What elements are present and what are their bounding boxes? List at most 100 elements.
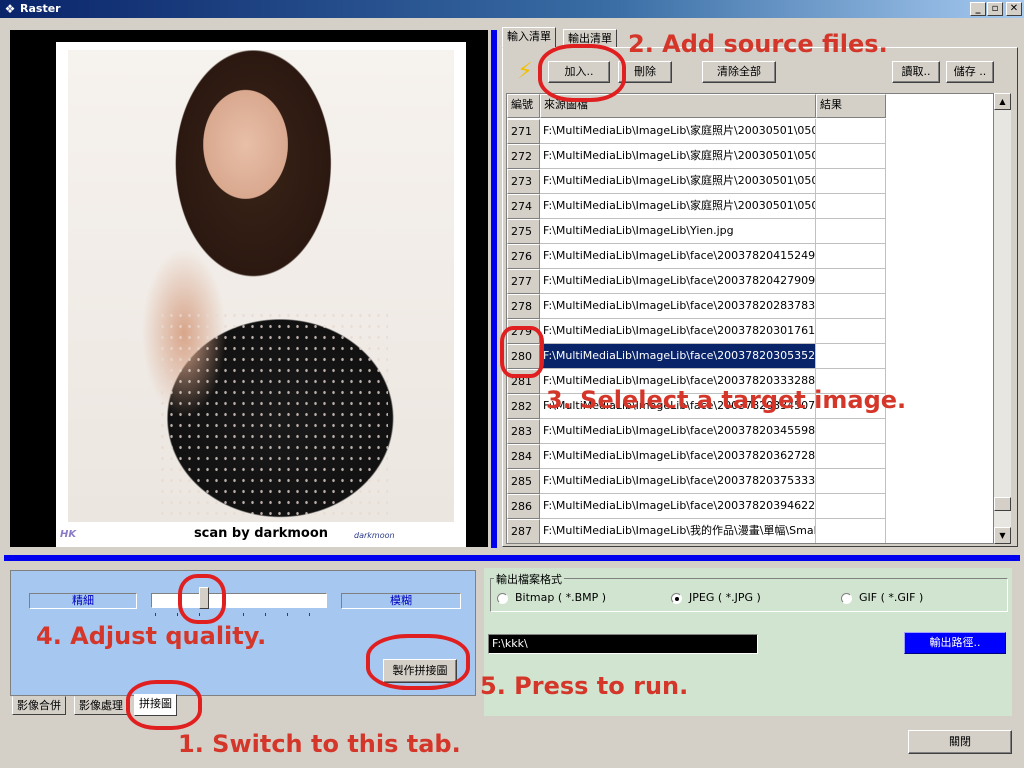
row-id-cell[interactable]: 275 [507,219,540,244]
delete-button[interactable]: 刪除 [618,61,672,83]
table-row[interactable]: 278 F:\MultiMediaLib\ImageLib\face\200378… [507,294,993,319]
row-source-cell[interactable]: F:\MultiMediaLib\ImageLib\face\200378203… [540,494,816,519]
annotation-step3: 3. Selelect a target image. [546,386,907,414]
row-source-cell[interactable]: F:\MultiMediaLib\ImageLib\face\200378203… [540,344,816,369]
row-id-cell[interactable]: 273 [507,169,540,194]
lightning-icon[interactable]: ⚡ [512,58,538,86]
scroll-up-button[interactable]: ▲ [994,93,1011,110]
radio-jpeg-label[interactable]: JPEG ( *.JPG ) [689,591,761,604]
restore-button[interactable]: ▫ [987,2,1003,16]
table-row[interactable]: 279 F:\MultiMediaLib\ImageLib\face\200378… [507,319,993,344]
table-row[interactable]: 283 F:\MultiMediaLib\ImageLib\face\200378… [507,419,993,444]
row-source-cell[interactable]: F:\MultiMediaLib\ImageLib\家庭照片\20030501\… [540,194,816,219]
row-id-cell[interactable]: 278 [507,294,540,319]
table-row[interactable]: 277 F:\MultiMediaLib\ImageLib\face\200378… [507,269,993,294]
vertical-splitter[interactable] [491,30,497,548]
row-result-cell[interactable] [816,319,886,344]
minimize-button[interactable]: _ [970,2,986,16]
annotation-step1: 1. Switch to this tab. [178,730,461,758]
table-row[interactable]: 275 F:\MultiMediaLib\ImageLib\Yien.jpg [507,219,993,244]
row-result-cell[interactable] [816,469,886,494]
tab-image-process[interactable]: 影像處理 [74,696,128,715]
load-button[interactable]: 讀取.. [892,61,940,83]
table-row[interactable]: 285 F:\MultiMediaLib\ImageLib\face\200378… [507,469,993,494]
output-path-button[interactable]: 輸出路徑.. [904,632,1006,654]
row-source-cell[interactable]: F:\MultiMediaLib\ImageLib\face\200378204… [540,244,816,269]
close-window-button[interactable]: ✕ [1006,2,1022,16]
row-id-cell[interactable]: 272 [507,144,540,169]
clear-all-button[interactable]: 清除全部 [702,61,776,83]
row-result-cell[interactable] [816,519,886,543]
row-result-cell[interactable] [816,444,886,469]
row-source-cell[interactable]: F:\MultiMediaLib\ImageLib\家庭照片\20030501\… [540,169,816,194]
row-result-cell[interactable] [816,169,886,194]
save-button[interactable]: 儲存 .. [946,61,994,83]
row-source-cell[interactable]: F:\MultiMediaLib\ImageLib\face\200378203… [540,469,816,494]
app-icon: ❖ [4,2,16,16]
row-source-cell[interactable]: F:\MultiMediaLib\ImageLib\家庭照片\20030501\… [540,144,816,169]
image-preview-panel: HK scan by darkmoon darkmoon [10,30,488,547]
radio-gif-label[interactable]: GIF ( *.GIF ) [859,591,923,604]
row-source-cell[interactable]: F:\MultiMediaLib\ImageLib\face\200378202… [540,294,816,319]
row-id-cell[interactable]: 276 [507,244,540,269]
tab-input-list[interactable]: 輸入清單 [502,27,556,48]
row-result-cell[interactable] [816,269,886,294]
row-result-cell[interactable] [816,494,886,519]
annotation-step4: 4. Adjust quality. [36,622,267,650]
row-result-cell[interactable] [816,219,886,244]
table-row[interactable]: 280 F:\MultiMediaLib\ImageLib\face\200378… [507,344,993,369]
table-row[interactable]: 284 F:\MultiMediaLib\ImageLib\face\200378… [507,444,993,469]
table-row[interactable]: 272 F:\MultiMediaLib\ImageLib\家庭照片\200305… [507,144,993,169]
radio-gif[interactable] [841,593,852,604]
table-row[interactable]: 273 F:\MultiMediaLib\ImageLib\家庭照片\200305… [507,169,993,194]
table-row[interactable]: 287 F:\MultiMediaLib\ImageLib\我的作品\漫畫\單幅\… [507,519,993,543]
row-result-cell[interactable] [816,244,886,269]
row-id-cell[interactable]: 274 [507,194,540,219]
row-id-cell[interactable]: 277 [507,269,540,294]
photo-frame: HK scan by darkmoon darkmoon [56,42,466,547]
table-row[interactable]: 276 F:\MultiMediaLib\ImageLib\face\200378… [507,244,993,269]
preview-photo [68,50,454,522]
output-format-title: 輸出檔案格式 [494,571,564,587]
row-result-cell[interactable] [816,344,886,369]
slider-tick [265,613,266,616]
source-file-grid[interactable]: 編號 來源圖檔 結果 271 F:\MultiMediaLib\ImageLib\… [506,93,994,544]
scroll-thumb[interactable] [994,497,1011,511]
output-path-input[interactable]: F:\kkk\ [488,634,758,654]
annotation-step2: 2. Add source files. [628,30,888,58]
row-source-cell[interactable]: F:\MultiMediaLib\ImageLib\Yien.jpg [540,219,816,244]
row-id-cell[interactable]: 287 [507,519,540,543]
row-result-cell[interactable] [816,294,886,319]
row-id-cell[interactable]: 285 [507,469,540,494]
row-source-cell[interactable]: F:\MultiMediaLib\ImageLib\我的作品\漫畫\單幅\Sma… [540,519,816,543]
slider-tick [243,613,244,616]
header-result[interactable]: 結果 [816,94,886,118]
table-row[interactable]: 274 F:\MultiMediaLib\ImageLib\家庭照片\200305… [507,194,993,219]
row-source-cell[interactable]: F:\MultiMediaLib\ImageLib\face\200378204… [540,269,816,294]
table-row[interactable]: 286 F:\MultiMediaLib\ImageLib\face\200378… [507,494,993,519]
table-row[interactable]: 271 F:\MultiMediaLib\ImageLib\家庭照片\200305… [507,119,993,144]
radio-jpeg[interactable] [671,593,682,604]
horizontal-splitter[interactable] [4,555,1020,561]
row-source-cell[interactable]: F:\MultiMediaLib\ImageLib\家庭照片\20030501\… [540,119,816,144]
close-button[interactable]: 關閉 [908,730,1012,754]
row-source-cell[interactable]: F:\MultiMediaLib\ImageLib\face\200378203… [540,419,816,444]
header-id[interactable]: 編號 [507,94,540,118]
row-result-cell[interactable] [816,119,886,144]
row-id-cell[interactable]: 271 [507,119,540,144]
grid-scrollbar[interactable]: ▲ ▼ [994,93,1011,544]
row-id-cell[interactable]: 284 [507,444,540,469]
row-result-cell[interactable] [816,194,886,219]
tab-image-merge[interactable]: 影像合併 [12,696,66,715]
row-source-cell[interactable]: F:\MultiMediaLib\ImageLib\face\200378203… [540,444,816,469]
row-result-cell[interactable] [816,144,886,169]
scroll-down-button[interactable]: ▼ [994,527,1011,544]
row-id-cell[interactable]: 283 [507,419,540,444]
row-source-cell[interactable]: F:\MultiMediaLib\ImageLib\face\200378203… [540,319,816,344]
annotation-circle-run [366,634,470,690]
row-id-cell[interactable]: 282 [507,394,540,419]
row-result-cell[interactable] [816,419,886,444]
radio-bmp-label[interactable]: Bitmap ( *.BMP ) [515,591,606,604]
row-id-cell[interactable]: 286 [507,494,540,519]
radio-bmp[interactable] [497,593,508,604]
